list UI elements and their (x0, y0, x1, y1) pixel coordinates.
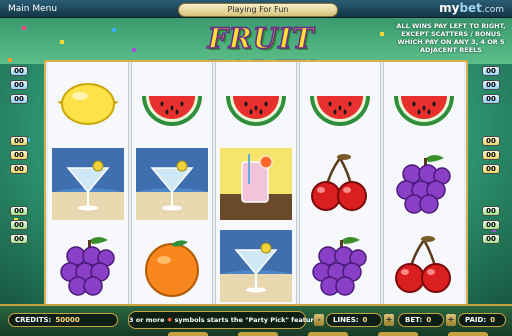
control-button[interactable] (308, 332, 348, 336)
line-marker[interactable]: 00 (10, 234, 28, 244)
cherries-symbol-icon (384, 226, 464, 306)
control-button[interactable] (168, 332, 208, 336)
line-marker[interactable]: 00 (10, 220, 28, 230)
marker-gap (482, 178, 502, 206)
line-marker[interactable]: 00 (482, 80, 500, 90)
watermelon-symbol-icon (300, 62, 380, 142)
confetti (132, 48, 136, 52)
brand-bet: bet (459, 1, 482, 15)
confetti (60, 40, 64, 44)
reel-3 (216, 62, 296, 308)
credits-value: 50000 (55, 316, 80, 324)
martini-symbol-icon (216, 226, 296, 306)
bet-value: 0 (426, 316, 432, 324)
game-title-logo: FRUIT PARTY (150, 21, 372, 89)
left-line-markers: 00 00 00 00 00 00 00 00 00 (10, 66, 30, 248)
reel-2 (132, 62, 212, 308)
rules-text: ALL WINS PAY LEFT TO RIGHT, EXCEPT SCATT… (396, 22, 506, 54)
cocktail-glass-symbol-icon (216, 144, 296, 224)
line-marker[interactable]: 00 (10, 66, 28, 76)
watermelon-symbol-icon (216, 62, 296, 142)
reels-frame (44, 60, 468, 310)
bet-increase-button[interactable]: + (446, 314, 456, 326)
confetti (8, 58, 12, 62)
reel-4 (300, 62, 380, 308)
grapes-symbol-icon (300, 226, 380, 306)
top-bar: Main Menu Playing For Fun mybet.com (0, 0, 512, 18)
marker-gap (10, 178, 30, 206)
bottom-bar: CREDITS: 50000 3 or more ✹ symbols starts… (0, 304, 512, 336)
message-post: symbols starts the "Party Pick" feature. (174, 316, 321, 324)
watermelon-symbol-icon (132, 62, 212, 142)
grapes-symbol-icon (384, 144, 464, 224)
brand-domain: .com (481, 5, 504, 15)
lemon-symbol-icon (48, 62, 128, 142)
confetti (112, 28, 116, 32)
bet-label: BET: (405, 316, 423, 324)
reel-1 (48, 62, 128, 308)
grapes-symbol-icon (48, 226, 128, 306)
credits-label: CREDITS: (15, 316, 52, 324)
line-marker[interactable]: 00 (482, 234, 500, 244)
line-marker[interactable]: 00 (482, 206, 500, 216)
control-button[interactable] (448, 332, 488, 336)
marker-gap (482, 108, 502, 136)
control-button[interactable] (238, 332, 278, 336)
credits-display: CREDITS: 50000 (8, 313, 118, 327)
game-area: FRUIT PARTY ALL WINS PAY LEFT TO RIGHT, … (0, 18, 512, 310)
line-marker[interactable]: 00 (10, 136, 28, 146)
confetti (380, 32, 384, 36)
line-marker[interactable]: 00 (482, 94, 500, 104)
line-marker[interactable]: 00 (482, 66, 500, 76)
lines-value: 0 (362, 316, 368, 324)
martini-symbol-icon (48, 144, 128, 224)
button-stubs (168, 332, 508, 336)
line-marker[interactable]: 00 (10, 80, 28, 90)
cherries-symbol-icon (300, 144, 380, 224)
marker-gap (10, 108, 30, 136)
brand-my: my (439, 1, 460, 15)
mode-indicator: Playing For Fun (178, 3, 338, 17)
brand-logo: mybet.com (439, 1, 504, 15)
line-marker[interactable]: 00 (10, 150, 28, 160)
message-pre: 3 or more (129, 316, 165, 324)
line-marker[interactable]: 00 (482, 136, 500, 146)
lines-label: LINES: (333, 316, 359, 324)
watermelon-symbol-icon (384, 62, 464, 142)
line-marker[interactable]: 00 (10, 206, 28, 216)
line-marker[interactable]: 00 (482, 164, 500, 174)
line-marker[interactable]: 00 (482, 150, 500, 160)
line-marker[interactable]: 00 (482, 220, 500, 230)
orange-symbol-icon (132, 226, 212, 306)
paid-value: 0 (490, 316, 495, 324)
confetti (22, 26, 26, 30)
feature-message: 3 or more ✹ symbols starts the "Party Pi… (128, 311, 321, 329)
lines-increase-button[interactable]: + (384, 314, 394, 326)
main-menu-button[interactable]: Main Menu (4, 2, 61, 16)
bet-display: BET: 0 (398, 313, 444, 327)
martini-symbol-icon (132, 144, 212, 224)
reel-5 (384, 62, 464, 308)
lines-display: LINES: 0 (326, 313, 382, 327)
line-marker[interactable]: 00 (10, 164, 28, 174)
paid-display: PAID: 0 (458, 313, 506, 327)
line-marker[interactable]: 00 (10, 94, 28, 104)
lines-decrease-button[interactable]: - (314, 314, 324, 326)
control-button[interactable] (378, 332, 418, 336)
party-scatter-icon: ✹ (166, 316, 173, 324)
right-line-markers: 00 00 00 00 00 00 00 00 00 (482, 66, 502, 248)
paid-label: PAID: (465, 316, 487, 324)
